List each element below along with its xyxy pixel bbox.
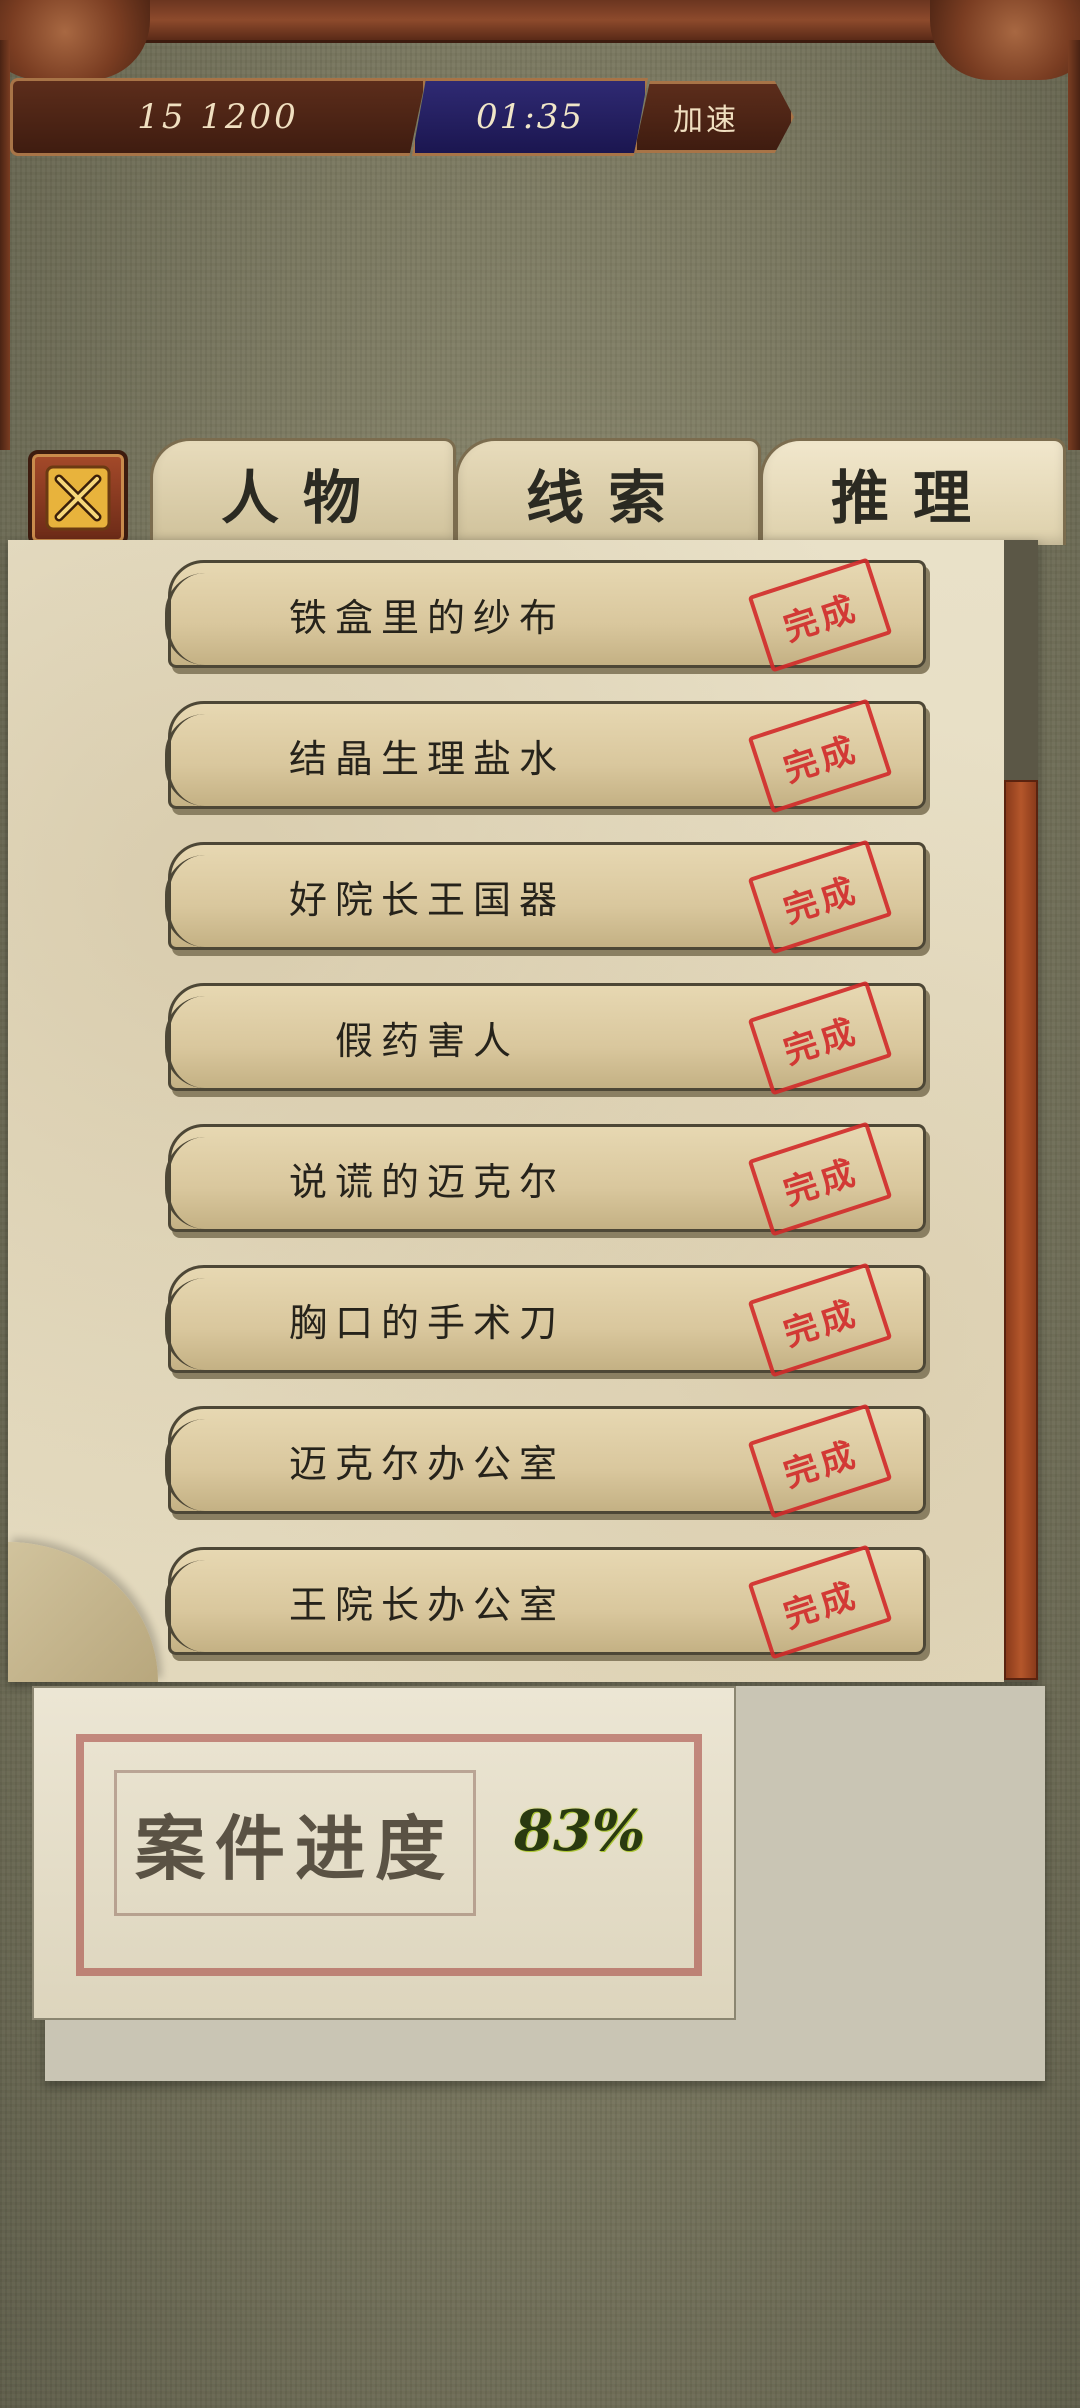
item-label: 好院长王国器	[288, 877, 565, 922]
speed-up-button[interactable]: 加速	[634, 81, 794, 153]
list-item[interactable]: 说谎的迈克尔 完成	[165, 1121, 926, 1237]
completed-stamp: 完成	[747, 1544, 893, 1660]
case-progress-card: 案件进度 83%	[32, 1686, 736, 2020]
item-label: 说谎的迈克尔	[288, 1159, 565, 1204]
list-item[interactable]: 迈克尔办公室 完成	[165, 1403, 926, 1519]
list-item[interactable]: 好院长王国器 完成	[165, 839, 926, 955]
progress-value: 83%	[514, 1798, 646, 1864]
list-item[interactable]: 结晶生理盐水 完成	[165, 698, 926, 814]
tab-reasoning[interactable]: 推理	[760, 438, 1066, 545]
list-item[interactable]: 假药害人 完成	[165, 980, 926, 1096]
scrollbar-thumb[interactable]	[1004, 780, 1038, 1680]
money-counter: 15 1200	[10, 78, 426, 156]
completed-stamp: 完成	[747, 980, 893, 1096]
reasoning-panel: 铁盒里的纱布 完成 结晶生理盐水 完成 好院长王国器 完成 假药害人 完成 说谎…	[8, 540, 1038, 1682]
scrollbar[interactable]	[1004, 540, 1038, 1682]
progress-label: 案件进度	[114, 1770, 476, 1916]
tab-clues[interactable]: 线索	[455, 438, 761, 545]
side-frame-left	[0, 40, 10, 450]
close-icon	[45, 465, 111, 531]
item-label: 迈克尔办公室	[288, 1441, 565, 1486]
close-button[interactable]	[28, 450, 128, 546]
paper-curl	[8, 1542, 158, 1682]
completed-stamp: 完成	[747, 1262, 893, 1378]
list-item[interactable]: 胸口的手术刀 完成	[165, 1262, 926, 1378]
completed-stamp: 完成	[747, 1403, 893, 1519]
item-label: 结晶生理盐水	[288, 736, 565, 781]
time-display: 01:35	[412, 78, 648, 156]
completed-stamp: 完成	[747, 557, 893, 673]
item-label: 铁盒里的纱布	[288, 595, 565, 640]
tab-people[interactable]: 人物	[150, 438, 456, 545]
item-label: 假药害人	[334, 1018, 519, 1063]
completed-stamp: 完成	[747, 839, 893, 955]
item-label: 胸口的手术刀	[288, 1300, 565, 1345]
item-label: 王院长办公室	[288, 1582, 565, 1627]
top-frame	[0, 0, 1080, 43]
list-item[interactable]: 铁盒里的纱布 完成	[165, 557, 926, 673]
list-item[interactable]: 王院长办公室 完成	[165, 1544, 926, 1660]
completed-stamp: 完成	[747, 1121, 893, 1237]
side-frame-right	[1068, 40, 1080, 450]
completed-stamp: 完成	[747, 698, 893, 814]
status-bar: 15 1200 01:35 加速	[10, 78, 830, 156]
